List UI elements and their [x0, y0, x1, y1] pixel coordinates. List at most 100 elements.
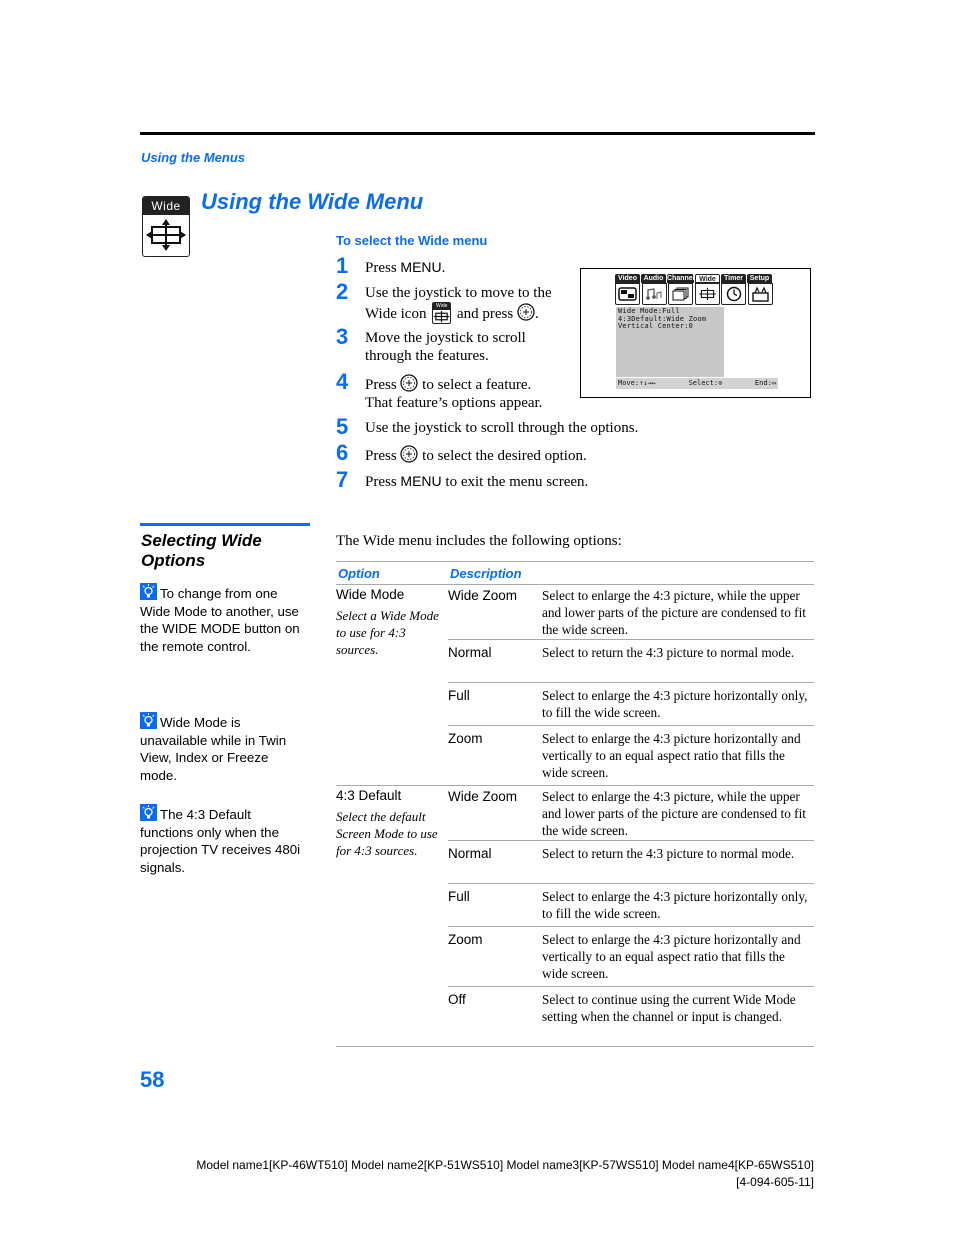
footer-models: Model name1[KP-46WT510] Model name2[KP-5… [196, 1157, 814, 1190]
step-text: Use the joystick to scroll through the o… [365, 420, 639, 436]
step-text: Use the joystick to move to the [365, 285, 552, 301]
step-number: 5 [336, 414, 349, 439]
option-description: Select to enlarge the 4:3 picture horizo… [542, 688, 808, 721]
lightbulb-tip-icon [140, 583, 157, 600]
tv-end-hint: End:▭ [754, 379, 776, 387]
arrows-icon: ↑↓→← [639, 379, 656, 387]
channel-icon [668, 283, 693, 305]
option-name: Normal [448, 645, 492, 660]
option-description: Select to return the 4:3 picture to norm… [542, 645, 795, 660]
wide-menu-badge: Wide [142, 196, 190, 257]
step-text: Press [365, 448, 397, 464]
option-name: Wide Zoom [448, 588, 518, 603]
group-description: Select the default Screen Mode to use fo… [336, 809, 438, 858]
option-name: Off [448, 992, 466, 1007]
wide-arrows-icon [146, 219, 186, 251]
table-row: Normal Select to return the 4:3 picture t… [448, 640, 814, 683]
group-description: Select a Wide Mode to use for 4:3 source… [336, 608, 439, 657]
joystick-press-icon [517, 303, 535, 321]
table-row: Zoom Select to enlarge the 4:3 picture ho… [448, 726, 814, 785]
options-table: Option Description Wide Mode Select a Wi… [336, 561, 814, 1047]
step-4: 4 Press to select a feature. That featur… [336, 371, 542, 412]
menu-key: MENU [400, 473, 442, 489]
option-name: Zoom [448, 731, 483, 746]
lightbulb-tip-icon [140, 712, 157, 729]
header-option: Option [338, 565, 380, 581]
select-circle-icon: ⊙ [718, 379, 723, 387]
picture-icon [615, 283, 640, 305]
tv-tab-setup: Setup [747, 274, 772, 283]
option-description: Select to enlarge the 4:3 picture, while… [542, 588, 806, 638]
table-row: Wide Zoom Select to enlarge the 4:3 pictu… [448, 786, 814, 841]
clock-icon [721, 283, 746, 305]
step-number: 2 [336, 279, 349, 304]
option-name: Normal [448, 846, 492, 861]
option-description: Select to enlarge the 4:3 picture horizo… [542, 889, 808, 922]
step-1: 1 Press MENU. [336, 255, 445, 277]
step-number: 1 [336, 253, 349, 278]
tv-tab-wide: Wide [695, 274, 720, 283]
step-number: 6 [336, 440, 349, 465]
step-text: through the features. [365, 348, 489, 364]
option-name: Wide Zoom [448, 789, 518, 804]
document-number: [4-094-605-11] [736, 1174, 814, 1189]
joystick-press-icon [400, 374, 419, 392]
tv-tab-audio: Audio [641, 274, 666, 283]
table-header: Option Description [336, 561, 814, 585]
top-rule [140, 132, 815, 135]
step-5: 5 Use the joystick to scroll through the… [336, 416, 638, 438]
step-3: 3 Move the joystick to scroll through th… [336, 326, 526, 365]
step-number: 4 [336, 369, 349, 394]
option-name: Zoom [448, 932, 483, 947]
tv-settings-panel: Wide Mode:Full 4:3Default:Wide Zoom Vert… [616, 307, 724, 377]
lightbulb-tip-icon [140, 804, 157, 821]
joystick-press-icon [400, 445, 419, 463]
table-intro: The Wide menu includes the following opt… [336, 533, 622, 549]
table-row: Off Select to continue using the current … [448, 987, 814, 1046]
header-description: Description [450, 565, 522, 581]
step-text: Press [365, 474, 401, 490]
tv-vertical-center-line: Vertical Center:0 [618, 322, 694, 330]
page-number: 58 [140, 1067, 165, 1092]
instructions-subhead: To select the Wide menu [336, 233, 488, 248]
wide-icon-label: Wide [433, 303, 451, 310]
option-group-wide-mode: Wide Mode Select a Wide Mode to use for … [336, 585, 814, 786]
wide-badge-label: Wide [143, 197, 189, 215]
step-text: to exit the menu screen. [441, 474, 589, 490]
tip-wide-mode-button: To change from one Wide Mode to another,… [140, 583, 302, 655]
option-description: Select to enlarge the 4:3 picture horizo… [542, 932, 801, 982]
step-number: 3 [336, 324, 349, 349]
tip-wide-mode-unavailable: Wide Mode is unavailable while in Twin V… [140, 712, 302, 784]
tv-tab-channel: Channel [667, 274, 695, 283]
table-row: Wide Zoom Select to enlarge the 4:3 pictu… [448, 585, 814, 640]
step-text: and press [456, 306, 514, 322]
tv-select-hint: Select:⊙ [688, 379, 723, 387]
tv-status-bar: Move:↑↓→← Select:⊙ End:▭ [616, 378, 778, 389]
menu-key: MENU [400, 259, 442, 275]
step-2: 2 Use the joystick to move to the Wide i… [336, 281, 552, 324]
group-name: 4:3 Default [336, 788, 402, 803]
tv-tab-video: Video [615, 274, 640, 283]
table-row: Full Select to enlarge the 4:3 picture ho… [448, 884, 814, 927]
step-6: 6 Press to select the desired option. [336, 442, 587, 465]
step-text: Press [365, 377, 397, 393]
model-names: Model name1[KP-46WT510] Model name2[KP-5… [196, 1158, 814, 1172]
tv-move-hint: Move:↑↓→← [618, 379, 656, 387]
step-number: 7 [336, 467, 349, 492]
step-text: to select the desired option. [422, 448, 587, 464]
table-row: Normal Select to return the 4:3 picture t… [448, 841, 814, 884]
wide-icon: Wide [432, 302, 452, 324]
wide-arrows-icon [694, 283, 720, 305]
step-7: 7 Press MENU to exit the menu screen. [336, 469, 588, 491]
audio-notes-icon [641, 283, 667, 305]
option-group-43-default: 4:3 Default Select the default Screen Mo… [336, 786, 814, 1047]
sidebar-title: Selecting Wide Options [141, 531, 262, 570]
option-description: Select to return the 4:3 picture to norm… [542, 846, 795, 861]
wide-arrows-icon [434, 310, 450, 323]
tip-43-default: The 4:3 Default functions only when the … [140, 804, 302, 876]
menu-button-icon: ▭ [771, 379, 776, 387]
step-text: Move the joystick to scroll [365, 330, 526, 346]
step-text: That feature’s options appear. [365, 395, 543, 411]
tv-tab-timer: Timer [721, 274, 746, 283]
step-text: . [441, 260, 446, 276]
